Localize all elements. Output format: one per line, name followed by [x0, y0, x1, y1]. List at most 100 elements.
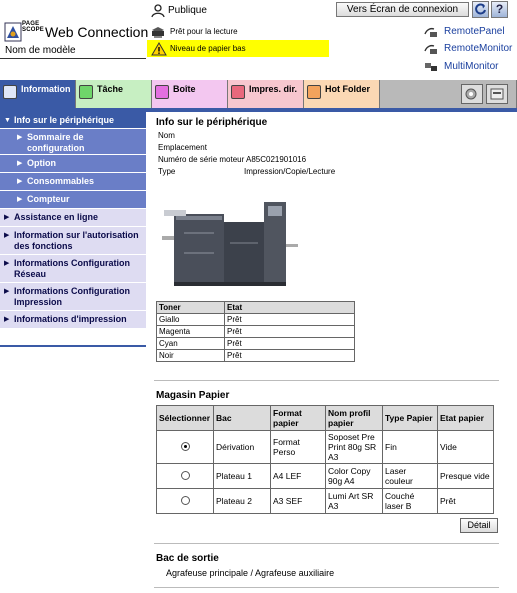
- multi-monitor-link[interactable]: MultiMonitor: [444, 61, 498, 72]
- toner-state: Prêt: [224, 325, 355, 338]
- etat-cell: Vide: [437, 430, 494, 464]
- sidebar-item-label: Informations d'impression: [14, 314, 127, 324]
- tab-information[interactable]: Information: [0, 80, 76, 108]
- table-row: Plateau 1 A4 LEF Color Copy 90g A4 Laser…: [156, 463, 494, 489]
- sidebar-item-informations-impression[interactable]: ▶ Informations d'impression: [0, 311, 146, 329]
- remote-panel-icon: [424, 26, 438, 38]
- tab-boite[interactable]: Boîte: [152, 80, 228, 108]
- detail-button[interactable]: Détail: [460, 518, 498, 533]
- chevron-right-icon: ▶: [4, 260, 10, 267]
- chevron-right-icon: ▶: [4, 288, 10, 295]
- chevron-right-icon: ▶: [4, 232, 10, 239]
- warning-icon: [151, 42, 167, 58]
- device-name-label: Nom: [158, 131, 175, 140]
- etat-cell: Presque vide: [437, 463, 494, 489]
- user-icon: [151, 4, 165, 20]
- sidebar-item-label: Informations Configuration Réseau: [14, 258, 130, 279]
- sidebar-item-label: Information sur l'autorisation des fonct…: [14, 230, 139, 251]
- printer-icon: [490, 88, 504, 100]
- toner-table: Toner Etat Giallo Prêt Magenta Prêt Cyan Pr…: [156, 301, 355, 362]
- toner-state: Prêt: [224, 337, 355, 350]
- tab-impres-dir[interactable]: Impres. dir.: [228, 80, 304, 108]
- serial-label: Numéro de série moteur: [158, 155, 245, 164]
- settings-tool-button[interactable]: [461, 84, 483, 104]
- profil-cell: Lumi Art SR A3: [325, 488, 383, 514]
- sidebar-item-config-reseau[interactable]: ▶ Informations Configuration Réseau: [0, 255, 146, 283]
- sidebar-item-compteur[interactable]: ▶ Compteur: [0, 191, 146, 209]
- sidebar-menu: ▼ Info sur le périphérique ▶ Sommaire de c…: [0, 112, 146, 329]
- paper-tray-table: Sélectionner Bac Format papier Nom profi…: [156, 405, 494, 514]
- header-divider: [0, 58, 146, 59]
- sidebar-item-consommables[interactable]: ▶ Consommables: [0, 173, 146, 191]
- status-warning-text: Niveau de papier bas: [170, 44, 246, 53]
- select-cell: [156, 430, 214, 464]
- refresh-icon: [475, 3, 486, 15]
- sidebar-bottom-line: [0, 345, 146, 347]
- tab-impres-dir-label: Impres. dir.: [249, 84, 298, 94]
- konica-logo-icon: [4, 22, 22, 42]
- sidebar-item-config-impression[interactable]: ▶ Informations Configuration Impression: [0, 283, 146, 311]
- etat-header: Etat: [224, 301, 355, 314]
- col-bac: Bac: [213, 405, 271, 431]
- profil-cell: Color Copy 90g A4: [325, 463, 383, 489]
- table-row: Dérivation Format Perso Soposet Pre Prin…: [156, 430, 494, 464]
- table-row: Giallo Prêt: [156, 313, 355, 326]
- chevron-right-icon: ▶: [17, 178, 23, 185]
- sidebar-item-info-peripherique[interactable]: ▼ Info sur le périphérique: [0, 112, 146, 129]
- direct-print-tab-icon: [231, 85, 245, 99]
- tray-radio-derivation[interactable]: [180, 441, 190, 451]
- task-tab-icon: [79, 85, 93, 99]
- tab-information-label: Information: [21, 84, 71, 94]
- toner-name: Cyan: [156, 337, 225, 350]
- sidebar-item-label: Option: [27, 158, 56, 168]
- sidebar-item-option[interactable]: ▶ Option: [0, 155, 146, 173]
- profil-cell: Soposet Pre Print 80g SR A3: [325, 430, 383, 464]
- col-etat: Etat papier: [437, 405, 494, 431]
- magasin-heading: Magasin Papier: [156, 390, 230, 401]
- select-cell: [156, 463, 214, 489]
- col-selectionner: Sélectionner: [156, 405, 214, 431]
- tab-tache[interactable]: Tâche: [76, 80, 152, 108]
- select-cell: [156, 488, 214, 514]
- tab-hot-folder[interactable]: Hot Folder: [304, 80, 380, 108]
- printer-image: [160, 192, 300, 294]
- col-format: Format papier: [270, 405, 326, 431]
- multi-monitor-icon: [424, 61, 438, 73]
- tray-radio-plateau-2[interactable]: [180, 495, 190, 505]
- information-tab-icon: [3, 85, 17, 99]
- hot-folder-tab-icon: [307, 85, 321, 99]
- tab-hot-folder-label: Hot Folder: [325, 84, 370, 94]
- remote-monitor-link[interactable]: RemoteMonitor: [444, 43, 512, 54]
- format-cell: A3 SEF: [270, 488, 326, 514]
- login-screen-button[interactable]: Vers Écran de connexion: [336, 2, 469, 17]
- sidebar-item-label: Sommaire de configuration: [27, 132, 85, 153]
- toner-header: Toner: [156, 301, 225, 314]
- output-tray-heading: Bac de sortie: [156, 553, 219, 564]
- location-label: Emplacement: [158, 143, 207, 152]
- sidebar-item-assistance[interactable]: ▶ Assistance en ligne: [0, 209, 146, 227]
- table-row: Magenta Prêt: [156, 325, 355, 338]
- tray-radio-plateau-1[interactable]: [180, 470, 190, 480]
- output-tray-text: Agrafeuse principale / Agrafeuse auxilia…: [166, 568, 335, 578]
- refresh-button[interactable]: [472, 1, 489, 18]
- sidebar-item-sommaire[interactable]: ▶ Sommaire de configuration: [0, 129, 146, 155]
- toner-state: Prêt: [224, 313, 355, 326]
- type-label: Type: [158, 167, 176, 176]
- toner-state: Prêt: [224, 349, 355, 362]
- chevron-down-icon: ▼: [4, 117, 11, 124]
- status-ready-text: Prêt pour la lecture: [170, 27, 238, 36]
- tab-boite-label: Boîte: [173, 84, 196, 94]
- section-divider: [154, 543, 499, 544]
- device-tool-button[interactable]: [486, 84, 508, 104]
- section-divider: [154, 587, 499, 588]
- toner-name: Noir: [156, 349, 225, 362]
- sidebar-item-autorisation[interactable]: ▶ Information sur l'autorisation des fonc…: [0, 227, 146, 255]
- toner-name: Giallo: [156, 313, 225, 326]
- table-row: Cyan Prêt: [156, 337, 355, 350]
- chevron-right-icon: ▶: [17, 134, 23, 141]
- remote-panel-link[interactable]: RemotePanel: [444, 26, 505, 37]
- help-button[interactable]: ?: [491, 1, 508, 18]
- chevron-right-icon: ▶: [4, 316, 10, 323]
- pagescope-logo-text: PAGE SCOPE: [22, 21, 45, 33]
- section-divider: [154, 380, 499, 381]
